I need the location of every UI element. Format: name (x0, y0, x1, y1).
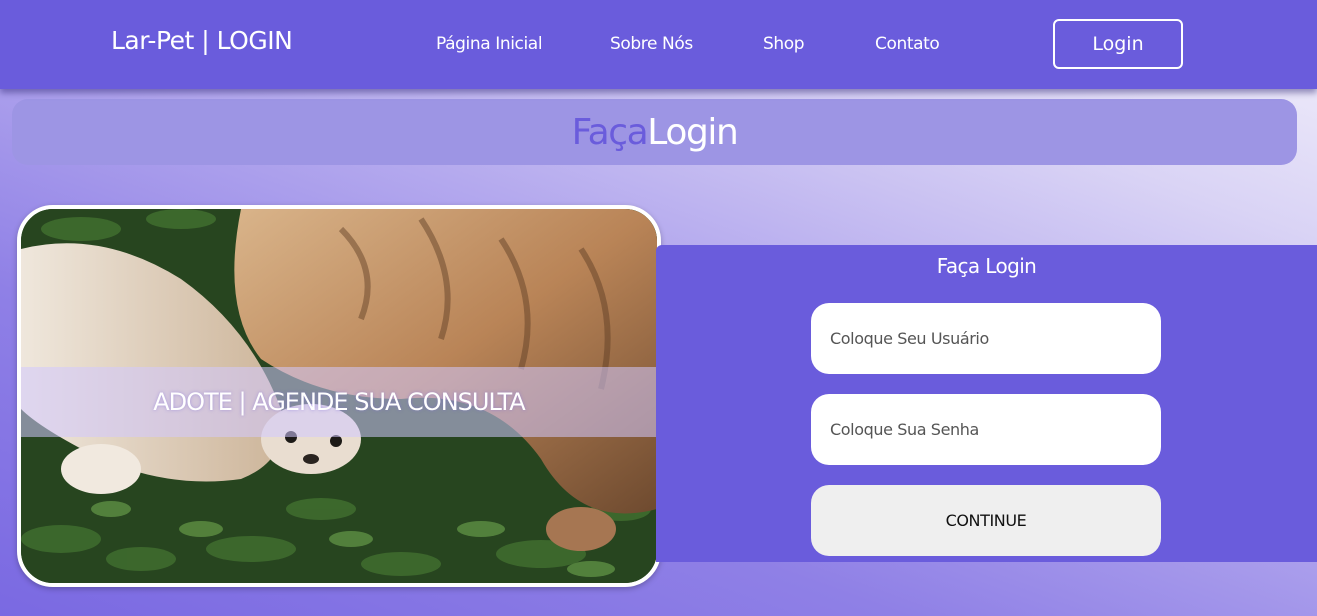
page-title-part1: Faça (571, 111, 649, 153)
password-input[interactable] (811, 394, 1161, 465)
brand-logo[interactable]: Lar-Pet | LOGIN (111, 26, 293, 55)
login-form-panel: Faça Login CONTINUE (656, 245, 1317, 562)
navbar: Lar-Pet | LOGIN Página Inicial Sobre Nós… (0, 0, 1317, 89)
page-title-banner: Faça Login (12, 99, 1297, 165)
nav-link-about[interactable]: Sobre Nós (610, 34, 693, 54)
page-title-part2: Login (647, 111, 739, 153)
nav-login-button[interactable]: Login (1053, 19, 1183, 69)
image-overlay-text: ADOTE | AGENDE SUA CONSULTA (153, 388, 525, 416)
username-input[interactable] (811, 303, 1161, 374)
pet-image-card: ADOTE | AGENDE SUA CONSULTA (17, 205, 661, 587)
login-form-title: Faça Login (936, 254, 1037, 278)
image-overlay-banner: ADOTE | AGENDE SUA CONSULTA (21, 367, 657, 437)
nav-link-home[interactable]: Página Inicial (436, 34, 543, 54)
nav-link-contact[interactable]: Contato (875, 34, 940, 54)
continue-button[interactable]: CONTINUE (811, 485, 1161, 556)
nav-link-shop[interactable]: Shop (763, 34, 805, 54)
